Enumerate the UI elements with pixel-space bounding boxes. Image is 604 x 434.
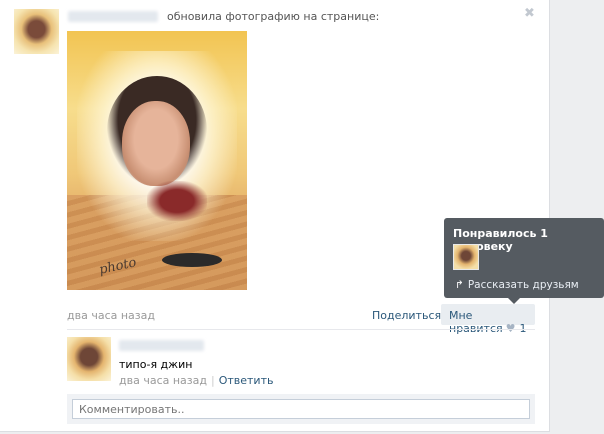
photo-face <box>122 101 190 186</box>
photo-magic-lamp <box>162 253 222 267</box>
likes-tooltip: Понравилось 1 человеку ↱ Рассказать друзь… <box>444 218 604 304</box>
photo-shirt <box>147 181 207 221</box>
like-button[interactable]: Мне нравится♥1 <box>441 304 535 335</box>
comment-timestamp[interactable]: два часа назад <box>119 374 207 387</box>
like-label: Мне нравится <box>449 309 503 335</box>
author-avatar[interactable] <box>14 9 59 54</box>
tooltip-arrow <box>508 298 520 304</box>
comment-author-name-redacted[interactable] <box>119 340 204 351</box>
comment-meta: два часа назад | Ответить <box>119 374 273 387</box>
post-photo[interactable]: photo <box>67 31 247 290</box>
share-to-friends-label: Рассказать друзьям <box>467 279 579 291</box>
close-icon[interactable]: ✖ <box>524 6 535 21</box>
post-meta-row: два часа назад Поделиться◀ Мне нравится♥… <box>67 304 535 335</box>
reply-link[interactable]: Ответить <box>219 374 274 387</box>
comment-input[interactable] <box>72 399 530 419</box>
share-label: Поделиться <box>372 309 442 322</box>
feed-post: обновила фотографию на странице: ✖ photo… <box>0 0 550 432</box>
post-timestamp[interactable]: два часа назад <box>67 309 155 322</box>
comment-author-avatar[interactable] <box>67 337 111 381</box>
comment-composer <box>67 394 535 424</box>
divider <box>67 329 535 330</box>
comment-meta-separator: | <box>210 374 215 387</box>
comment-text: типо-я джин <box>119 358 193 371</box>
liker-avatar[interactable] <box>453 244 479 270</box>
author-name-redacted[interactable] <box>68 11 158 22</box>
post-action-text: обновила фотографию на странице: <box>167 10 380 23</box>
share-arrow-icon: ↱ <box>455 279 464 291</box>
share-to-friends-link[interactable]: ↱ Рассказать друзьям <box>455 279 579 291</box>
